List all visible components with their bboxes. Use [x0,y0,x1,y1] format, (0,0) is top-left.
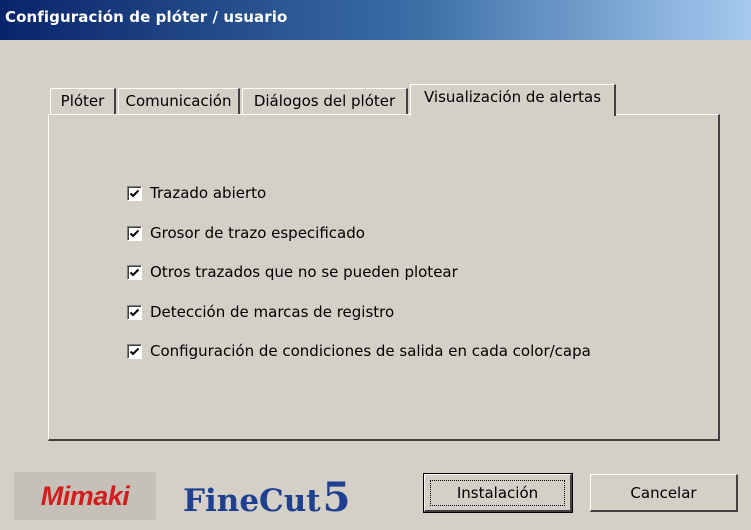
cancel-button[interactable]: Cancelar [590,474,738,512]
tab-visualizacion-alertas[interactable]: Visualización de alertas [410,84,616,116]
checkbox-checked[interactable] [127,264,142,280]
checkmark-icon [129,347,140,355]
finecut-logo: FineCut 5 [183,474,351,521]
option-trazado-abierto[interactable]: Trazado abierto [127,182,266,204]
tab-label: Diálogos del plóter [253,92,396,110]
option-label: Grosor de trazo especificado [150,224,365,242]
finecut-version: 5 [322,474,351,521]
mimaki-logo-text: Mimaki [40,480,130,511]
option-label: Trazado abierto [150,184,267,202]
tab-dialogos-ploter[interactable]: Diálogos del plóter [242,88,408,114]
tab-label: Visualización de alertas [423,88,602,106]
checkbox-checked[interactable] [127,304,142,320]
option-otros-trazados[interactable]: Otros trazados que no se pueden plotear [127,261,458,283]
cancel-button-label: Cancelar [630,483,697,502]
checkmark-icon [129,308,140,316]
option-grosor-trazo[interactable]: Grosor de trazo especificado [127,222,365,244]
checkmark-icon [129,189,140,197]
option-label: Detección de marcas de registro [150,303,395,321]
checkbox-checked[interactable] [127,343,142,359]
tab-ploter[interactable]: Plóter [50,88,116,114]
option-label: Otros trazados que no se pueden plotear [150,263,458,281]
checkmark-icon [129,229,140,237]
option-deteccion-marcas[interactable]: Detección de marcas de registro [127,301,394,323]
tab-comunicacion[interactable]: Comunicación [118,88,240,114]
option-label: Configuración de condiciones de salida e… [150,342,591,360]
dialog-footer: Mimaki FineCut 5 Instalación Cancelar [0,462,751,530]
finecut-logo-text: FineCut [183,483,321,519]
mimaki-logo: Mimaki [14,472,156,520]
install-button[interactable]: Instalación [423,473,573,513]
checkbox-checked[interactable] [127,225,142,241]
checkmark-icon [129,268,140,276]
option-condiciones-salida[interactable]: Configuración de condiciones de salida e… [127,340,591,362]
title-bar: Configuración de plóter / usuario [0,0,751,40]
tab-panel-alerts: Trazado abierto Grosor de trazo especifi… [48,114,720,441]
window-title: Configuración de plóter / usuario [5,8,288,26]
install-button-label: Instalación [429,479,566,506]
tab-label: Plóter [60,92,105,110]
tab-label: Comunicación [125,92,232,110]
checkbox-checked[interactable] [127,185,142,201]
